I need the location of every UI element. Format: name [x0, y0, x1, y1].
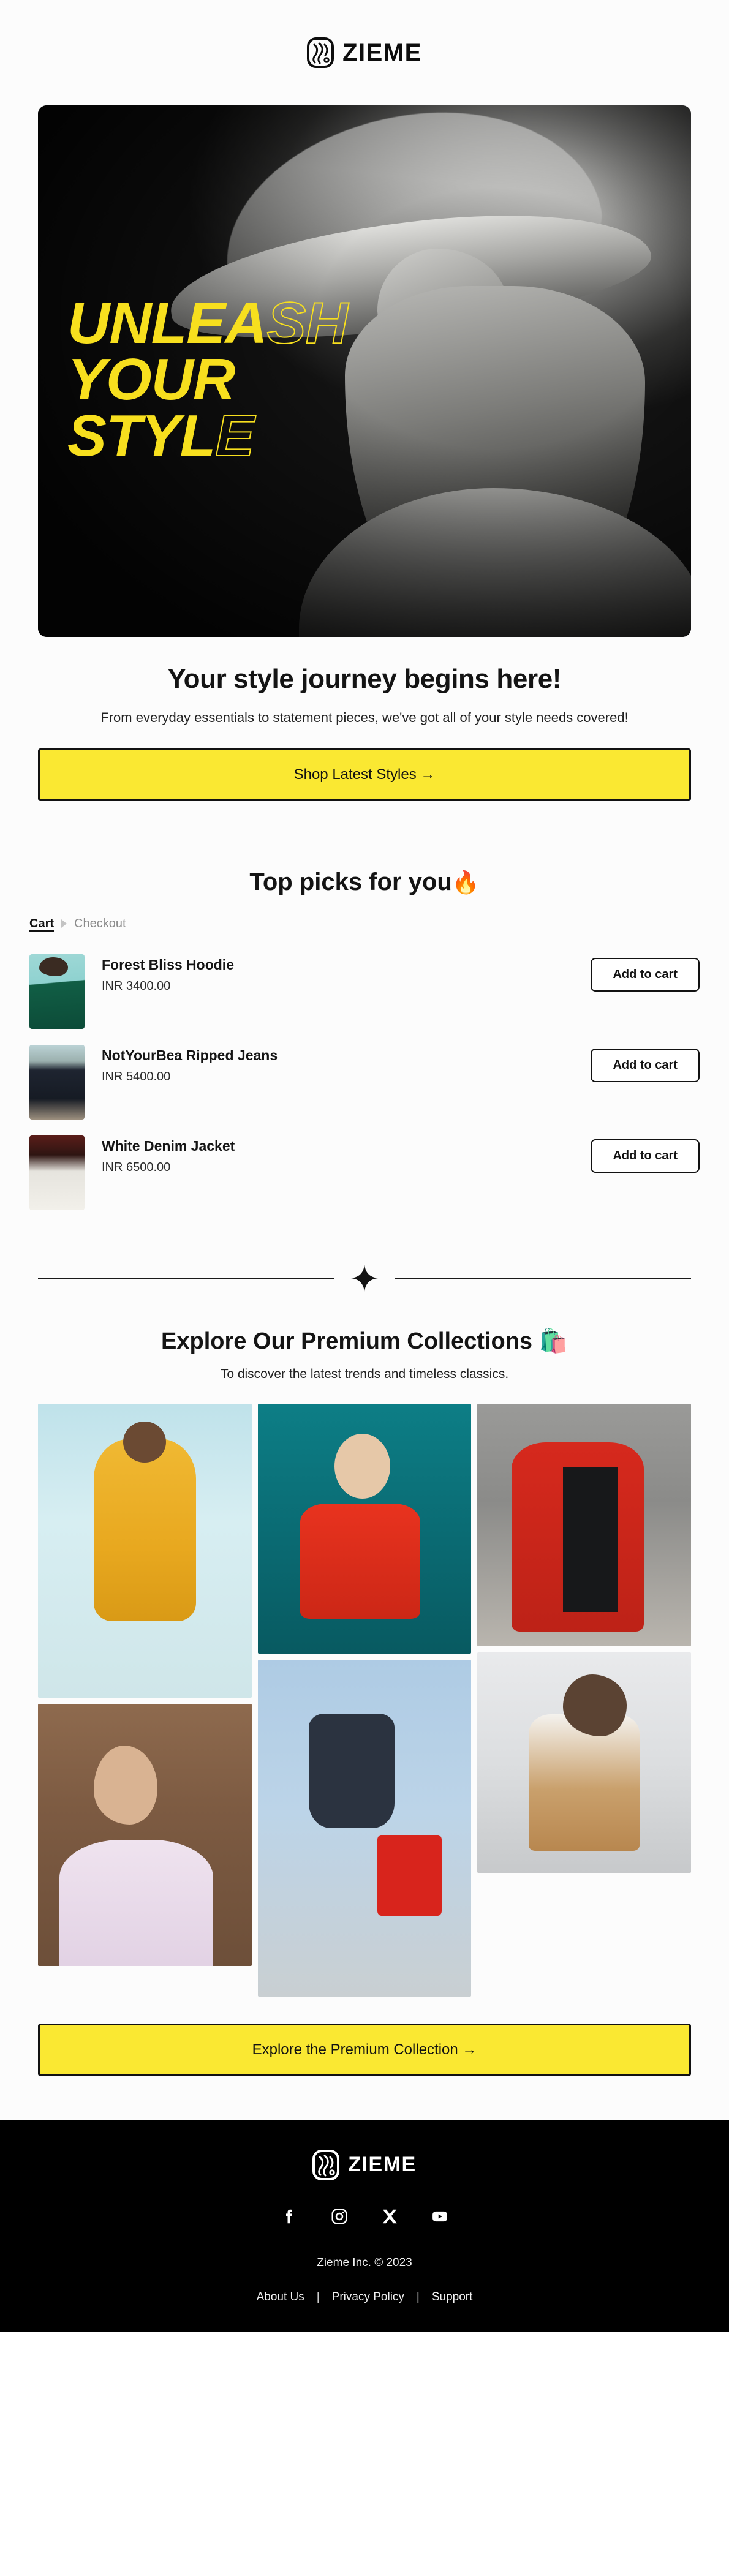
table-row: NotYourBea Ripped Jeans INR 5400.00 Add …	[29, 1039, 700, 1129]
breadcrumb-checkout[interactable]: Checkout	[74, 917, 126, 931]
product-list: Forest Bliss Hoodie INR 3400.00 Add to c…	[0, 931, 729, 1220]
product-thumbnail[interactable]	[29, 1135, 85, 1210]
product-info: NotYourBea Ripped Jeans INR 5400.00	[102, 1045, 591, 1084]
footer-links: About Us | Privacy Policy | Support	[0, 2291, 729, 2304]
triangle-right-icon	[61, 919, 67, 928]
collections-gallery	[0, 1382, 729, 1997]
shop-latest-styles-button[interactable]: Shop Latest Styles →	[38, 748, 691, 801]
add-to-cart-button[interactable]: Add to cart	[591, 1048, 700, 1082]
divider-line-right	[395, 1277, 691, 1279]
product-info: Forest Bliss Hoodie INR 3400.00	[102, 954, 591, 993]
intro-section: Your style journey begins here! From eve…	[0, 637, 729, 728]
shop-cta-wrapper: Shop Latest Styles →	[0, 728, 729, 801]
gallery-item-tan-wrap-coat[interactable]	[477, 1652, 692, 1873]
fire-emoji-icon: 🔥	[451, 869, 480, 895]
site-footer: ZIEME Zieme Inc. © 2023 About Us | Priva…	[0, 2120, 729, 2332]
site-header: ZIEME	[0, 0, 729, 105]
link-separator: |	[316, 2290, 320, 2303]
gallery-item-lilac-ruffle-top[interactable]	[38, 1703, 252, 1966]
shopping-bags-emoji-icon: 🛍️	[538, 1328, 568, 1354]
product-name: Forest Bliss Hoodie	[102, 956, 234, 973]
social-links	[0, 2207, 729, 2226]
explore-premium-collection-button[interactable]: Explore the Premium Collection →	[38, 2023, 691, 2076]
gallery-item-yellow-tracksuit[interactable]	[38, 1403, 252, 1698]
product-price: INR 6500.00	[102, 1160, 171, 1174]
hero-section: UNLEASH YOUR STYLE	[0, 105, 729, 637]
top-picks-title: Top picks for you🔥	[249, 868, 480, 895]
product-price: INR 3400.00	[102, 979, 171, 993]
section-divider	[38, 1264, 691, 1292]
product-name: White Denim Jacket	[102, 1137, 235, 1154]
footer-link-support[interactable]: Support	[432, 2291, 473, 2304]
hero-banner-image: UNLEASH YOUR STYLE	[38, 105, 691, 637]
brand-name: ZIEME	[342, 39, 422, 66]
intro-subtext: From everyday essentials to statement pi…	[100, 710, 629, 725]
hero-line-3: STYLE	[67, 403, 255, 469]
footer-link-privacy-policy[interactable]: Privacy Policy	[332, 2291, 404, 2304]
collections-subtext: To discover the latest trends and timele…	[220, 1366, 509, 1381]
product-info: White Denim Jacket INR 6500.00	[102, 1135, 591, 1175]
x-twitter-icon[interactable]	[380, 2207, 399, 2226]
copyright-text: Zieme Inc. © 2023	[317, 2256, 412, 2269]
gallery-item-streetwear-sneakers[interactable]	[257, 1659, 472, 1997]
gallery-item-red-graphic-tee[interactable]	[257, 1403, 472, 1654]
add-to-cart-button[interactable]: Add to cart	[591, 957, 700, 992]
product-name: NotYourBea Ripped Jeans	[102, 1047, 278, 1063]
email-page: ZIEME UNLEASH YOUR STYLE Your style jour…	[0, 0, 729, 2332]
hero-headline: UNLEASH YOUR STYLE	[67, 290, 349, 469]
gallery-column-1	[38, 1403, 252, 1966]
collections-header: Explore Our Premium Collections 🛍️ To di…	[0, 1292, 729, 1382]
table-row: White Denim Jacket INR 6500.00 Add to ca…	[29, 1129, 700, 1220]
breadcrumb-cart[interactable]: Cart	[29, 917, 54, 931]
zieme-swirl-logo-icon	[307, 37, 334, 68]
gallery-column-3	[477, 1403, 692, 1873]
breadcrumb: Cart Checkout	[0, 896, 729, 931]
four-point-sparkle-icon	[351, 1264, 378, 1292]
footer-brand-name: ZIEME	[348, 2153, 417, 2177]
youtube-icon[interactable]	[431, 2207, 449, 2226]
facebook-icon[interactable]	[280, 2207, 298, 2226]
link-separator: |	[416, 2290, 420, 2303]
divider-line-left	[38, 1277, 334, 1279]
collections-title: Explore Our Premium Collections 🛍️	[161, 1328, 568, 1354]
gallery-item-red-trench-coat[interactable]	[477, 1403, 692, 1646]
zieme-swirl-logo-icon	[312, 2149, 340, 2180]
gallery-column-2	[257, 1403, 472, 1997]
footer-brand-lockup[interactable]: ZIEME	[0, 2149, 729, 2180]
explore-cta-wrapper: Explore the Premium Collection →	[0, 1997, 729, 2076]
table-row: Forest Bliss Hoodie INR 3400.00 Add to c…	[29, 948, 700, 1039]
product-price: INR 5400.00	[102, 1069, 171, 1083]
hero-line-1: UNLEASH	[67, 290, 349, 356]
page-title: Your style journey begins here!	[167, 664, 562, 694]
product-thumbnail[interactable]	[29, 1044, 85, 1120]
footer-link-about-us[interactable]: About Us	[257, 2291, 304, 2304]
instagram-icon[interactable]	[330, 2207, 349, 2226]
add-to-cart-button[interactable]: Add to cart	[591, 1139, 700, 1173]
product-thumbnail[interactable]	[29, 954, 85, 1029]
brand-lockup[interactable]: ZIEME	[307, 37, 422, 68]
hero-line-2: YOUR	[67, 347, 235, 413]
